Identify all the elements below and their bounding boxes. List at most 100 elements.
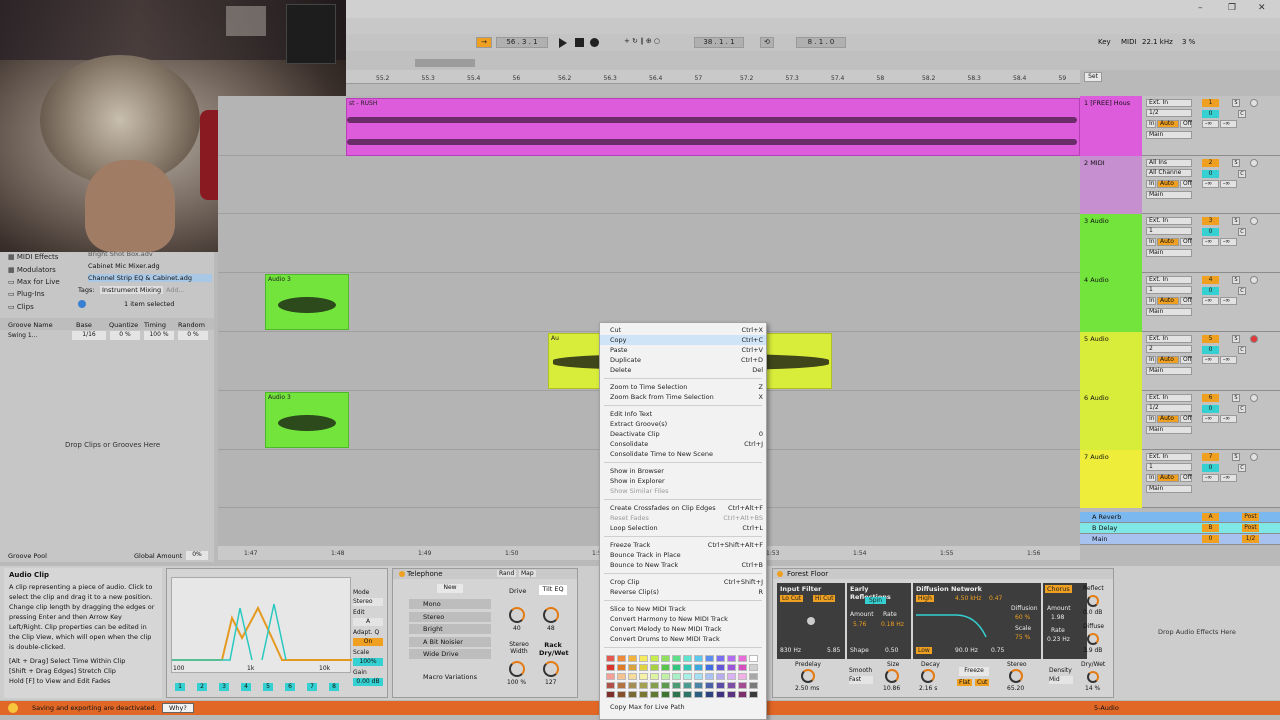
send-value[interactable]: -∞ — [1220, 415, 1237, 423]
track-activator[interactable]: 4 — [1202, 276, 1219, 284]
color-swatch[interactable] — [661, 691, 670, 698]
output-select[interactable]: Main — [1146, 367, 1192, 375]
track-activator[interactable]: 6 — [1202, 394, 1219, 402]
menu-item-zoom-back-from-time-selection[interactable]: Zoom Back from Time Selection X — [600, 392, 766, 402]
song-position[interactable]: 56 . 3 . 1 — [496, 37, 548, 48]
pan-value[interactable]: -∞ — [1202, 238, 1219, 246]
color-swatch[interactable] — [683, 655, 692, 662]
track-header[interactable]: 2 MIDI All Ins All Channe In Auto Off Main 2 0 S -… — [1080, 156, 1280, 214]
input-type-select[interactable]: Ext. In — [1146, 217, 1192, 225]
return-post-button[interactable]: 1/2 — [1242, 535, 1259, 543]
eq-edit-select[interactable]: A — [353, 618, 383, 626]
monitor-off-button[interactable]: Off — [1180, 297, 1192, 305]
menu-item-extract-groove-s-[interactable]: Extract Groove(s) — [600, 419, 766, 429]
monitor-in-button[interactable]: In — [1146, 297, 1156, 305]
monitor-in-button[interactable]: In — [1146, 120, 1156, 128]
input-type-select[interactable]: Ext. In — [1146, 453, 1192, 461]
loop-start[interactable]: 38 . 1 . 1 — [694, 37, 744, 48]
menu-item-delete[interactable]: Delete Del — [600, 365, 766, 375]
monitor-auto-button[interactable]: Auto — [1157, 297, 1179, 305]
track-activator[interactable]: 3 — [1202, 217, 1219, 225]
color-swatch[interactable] — [639, 673, 648, 680]
color-swatch[interactable] — [716, 664, 725, 671]
reflect-knob[interactable] — [1087, 595, 1099, 607]
color-swatch[interactable] — [672, 673, 681, 680]
eq-band-strip[interactable]: 1 2 3 4 5 6 7 8 — [171, 675, 351, 695]
color-swatch[interactable] — [672, 664, 681, 671]
variation-item[interactable]: A Bit Noisier — [409, 636, 491, 647]
track-name[interactable]: 5 Audio — [1084, 335, 1109, 343]
er-amount-value[interactable]: 5.76 — [853, 621, 866, 628]
color-swatch[interactable] — [716, 655, 725, 662]
groove-timing[interactable]: 100 % — [144, 331, 174, 340]
stop-icon[interactable] — [575, 38, 584, 47]
input-type-select[interactable]: Ext. In — [1146, 99, 1192, 107]
menu-item-slice-to-new-midi-track[interactable]: Slice to New MIDI Track — [600, 604, 766, 614]
menu-item-reverse-clip-s-[interactable]: Reverse Clip(s) R — [600, 587, 766, 597]
output-select[interactable]: Main — [1146, 426, 1192, 434]
eq-band-toggle[interactable]: 2 — [197, 683, 207, 691]
color-swatch[interactable] — [738, 673, 747, 680]
color-swatch[interactable] — [639, 691, 648, 698]
pan-value[interactable]: -∞ — [1202, 297, 1219, 305]
monitor-auto-button[interactable]: Auto — [1157, 356, 1179, 364]
return-name[interactable]: Main — [1092, 535, 1108, 543]
track-name[interactable]: 1 [FREE] Hous — [1084, 99, 1130, 107]
return-post-button[interactable]: Post — [1242, 513, 1259, 521]
track-activator[interactable]: 1 — [1202, 99, 1219, 107]
color-swatch[interactable] — [672, 682, 681, 689]
sidebar-item-clips[interactable]: ▭ Clips — [8, 303, 34, 311]
monitor-auto-button[interactable]: Auto — [1157, 474, 1179, 482]
monitor-auto-button[interactable]: Auto — [1157, 238, 1179, 246]
why-button[interactable]: Why? — [162, 703, 194, 713]
variation-item[interactable]: Bright — [409, 624, 491, 634]
menu-item-copy-max-for-live-path[interactable]: Copy Max for Live Path — [600, 702, 766, 712]
color-swatch[interactable] — [694, 691, 703, 698]
track-name[interactable]: 2 MIDI — [1084, 159, 1105, 167]
color-swatch[interactable] — [661, 655, 670, 662]
menu-item-convert-harmony-to-new-midi-track[interactable]: Convert Harmony to New MIDI Track — [600, 614, 766, 624]
scale-value[interactable]: 75 % — [1015, 634, 1030, 641]
color-swatch[interactable] — [661, 673, 670, 680]
input-channel-select[interactable]: All Channe — [1146, 169, 1192, 177]
color-swatch[interactable] — [727, 664, 736, 671]
decay-knob[interactable] — [921, 669, 935, 683]
menu-item-crop-clip[interactable]: Crop Clip Ctrl+Shift+J — [600, 577, 766, 587]
monitor-auto-button[interactable]: Auto — [1157, 415, 1179, 423]
arm-icon[interactable] — [1250, 159, 1258, 167]
color-swatch[interactable] — [716, 691, 725, 698]
color-swatch[interactable] — [749, 655, 758, 662]
volume-value[interactable]: 0 — [1202, 110, 1219, 118]
solo-button[interactable]: S — [1232, 99, 1240, 107]
track-header[interactable]: 6 Audio Ext. In 1/2 In Auto Off Main 6 0 S -∞ -∞ C — [1080, 391, 1280, 450]
menu-item-convert-melody-to-new-midi-track[interactable]: Convert Melody to New MIDI Track — [600, 624, 766, 634]
color-swatch[interactable] — [694, 673, 703, 680]
solo-button[interactable]: S — [1232, 453, 1240, 461]
menu-item-show-in-explorer[interactable]: Show in Explorer — [600, 476, 766, 486]
monitor-off-button[interactable]: Off — [1180, 180, 1192, 188]
record-icon[interactable] — [590, 38, 599, 47]
send-value[interactable]: -∞ — [1220, 180, 1237, 188]
smooth-select[interactable]: Fast — [849, 676, 873, 684]
groove-random[interactable]: 0 % — [178, 331, 208, 340]
track-lane[interactable] — [218, 156, 1080, 214]
color-swatch[interactable] — [617, 673, 626, 680]
new-variation-button[interactable]: New — [437, 584, 463, 593]
color-swatch[interactable] — [650, 664, 659, 671]
color-swatch[interactable] — [617, 664, 626, 671]
crossfade-button[interactable]: C — [1238, 464, 1246, 472]
input-channel-select[interactable]: 1/2 — [1146, 109, 1192, 117]
volume-value[interactable]: 0 — [1202, 228, 1219, 236]
menu-item-cut[interactable]: Cut Ctrl+X — [600, 325, 766, 335]
eq-display[interactable] — [171, 577, 352, 673]
color-swatch[interactable] — [672, 655, 681, 662]
audio-effects-drop-zone[interactable]: Drop Audio Effects Here — [1158, 628, 1236, 636]
eq-band-toggle[interactable]: 6 — [285, 683, 295, 691]
track-lane[interactable] — [218, 214, 1080, 273]
track-header[interactable]: 4 Audio Ext. In 1 In Auto Off Main 4 0 S -∞ -∞ C — [1080, 273, 1280, 332]
color-swatch[interactable] — [727, 655, 736, 662]
high-toggle[interactable]: High — [916, 595, 934, 602]
color-swatch[interactable] — [705, 664, 714, 671]
cut-toggle[interactable]: Cut — [975, 679, 990, 686]
return-letter[interactable]: 0 — [1202, 535, 1219, 543]
